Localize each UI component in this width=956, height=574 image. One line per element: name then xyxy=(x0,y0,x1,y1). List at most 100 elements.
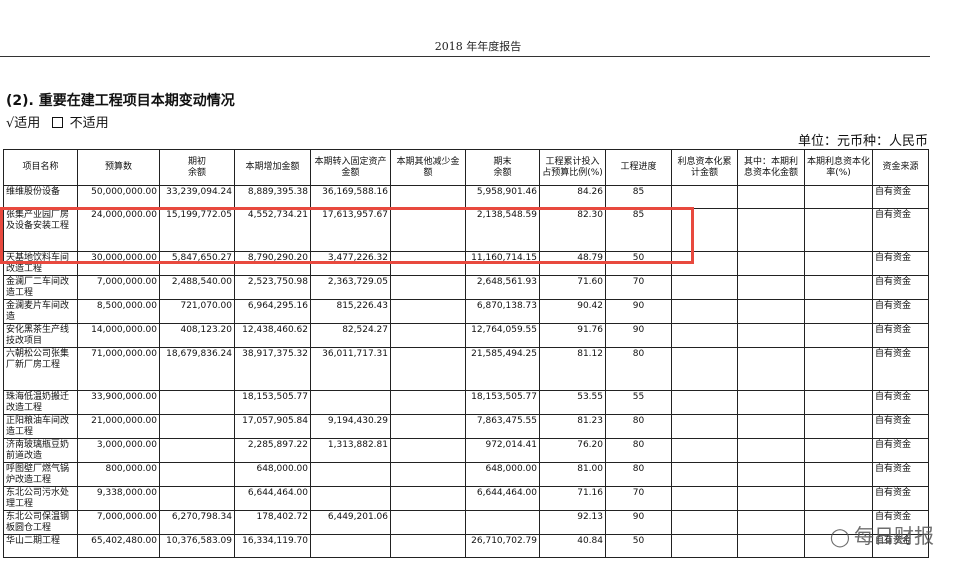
table-row: 天基地饮料车间改造工程 30,000,000.00 5,847,650.27 8,79… xyxy=(3,251,929,276)
cell-name: 金澜麦片车间改造 xyxy=(3,299,78,324)
cell-opening xyxy=(159,486,235,511)
construction-projects-table: 项目名称 预算数 期初 余额 本期增加金额 本期转入固定资产金额 本期其他减少金额 期末 余… xyxy=(3,149,929,558)
cell-source: 自有资金 xyxy=(872,208,929,252)
applicable-checked-label: √适用 xyxy=(6,116,41,131)
cell-source: 自有资金 xyxy=(872,323,929,348)
table-row: 珠海低温奶搬迁改造工程 33,900,000.00 18,153,505.77 18,… xyxy=(3,390,929,415)
cell-progress: 80 xyxy=(605,414,672,439)
cell-cap-total xyxy=(671,534,738,558)
column-header: 本期其他减少金额 xyxy=(390,149,466,186)
cell-cap-rate xyxy=(804,438,873,463)
header-rule xyxy=(0,56,930,57)
column-header: 工程进度 xyxy=(605,149,672,186)
cell-to-fixed: 6,449,201.06 xyxy=(310,510,391,535)
cell-source: 自有资金 xyxy=(872,462,929,487)
cell-other xyxy=(390,275,466,300)
cell-budget: 30,000,000.00 xyxy=(77,251,160,276)
cell-to-fixed: 815,226.43 xyxy=(310,299,391,324)
cell-cap-total xyxy=(671,275,738,300)
cell-progress: 50 xyxy=(605,251,672,276)
cell-name: 张集产业园厂房及设备安装工程 xyxy=(3,208,78,252)
cell-to-fixed xyxy=(310,462,391,487)
cell-budget: 33,900,000.00 xyxy=(77,390,160,415)
cell-ratio: 92.13 xyxy=(539,510,606,535)
cell-name: 济南玻璃瓶豆奶前道改造 xyxy=(3,438,78,463)
cell-other xyxy=(390,486,466,511)
cell-progress: 80 xyxy=(605,462,672,487)
cell-cap-total xyxy=(671,251,738,276)
cell-closing: 6,644,464.00 xyxy=(465,486,540,511)
cell-other xyxy=(390,347,466,391)
table-row: 安化黑茶生产线技改项目 14,000,000.00 408,123.20 12,438… xyxy=(3,323,929,348)
cell-source: 自有资金 xyxy=(872,299,929,324)
cell-closing: 21,585,494.25 xyxy=(465,347,540,391)
cell-ratio: 76.20 xyxy=(539,438,606,463)
table-row: 华山二期工程 65,402,480.00 10,376,583.09 16,334,1… xyxy=(3,534,929,558)
cell-cap-rate xyxy=(804,414,873,439)
column-header: 其中：本期利息资本化金额 xyxy=(737,149,805,186)
cell-cap-rate xyxy=(804,323,873,348)
cell-ratio: 81.23 xyxy=(539,414,606,439)
cell-name: 珠海低温奶搬迁改造工程 xyxy=(3,390,78,415)
cell-cap-period xyxy=(737,534,805,558)
cell-other xyxy=(390,510,466,535)
cell-cap-rate xyxy=(804,185,873,209)
section-title: (2). 重要在建工程项目本期变动情况 xyxy=(6,93,235,109)
cell-ratio: 82.30 xyxy=(539,208,606,252)
cell-to-fixed xyxy=(310,534,391,558)
cell-cap-period xyxy=(737,323,805,348)
cell-opening: 18,679,836.24 xyxy=(159,347,235,391)
cell-other xyxy=(390,185,466,209)
cell-to-fixed: 3,477,226.32 xyxy=(310,251,391,276)
cell-ratio: 71.60 xyxy=(539,275,606,300)
cell-source: 自有资金 xyxy=(872,185,929,209)
cell-opening: 408,123.20 xyxy=(159,323,235,348)
cell-name: 东北公司保温钢板圆仓工程 xyxy=(3,510,78,535)
cell-budget: 24,000,000.00 xyxy=(77,208,160,252)
cell-ratio: 81.00 xyxy=(539,462,606,487)
cell-source: 自有资金 xyxy=(872,251,929,276)
cell-source: 自有资金 xyxy=(872,275,929,300)
cell-cap-rate xyxy=(804,251,873,276)
cell-increase: 648,000.00 xyxy=(234,462,311,487)
cell-source: 自有资金 xyxy=(872,414,929,439)
cell-cap-rate xyxy=(804,275,873,300)
cell-to-fixed: 1,313,882.81 xyxy=(310,438,391,463)
cell-cap-rate xyxy=(804,486,873,511)
cell-other xyxy=(390,414,466,439)
cell-increase: 2,285,897.22 xyxy=(234,438,311,463)
cell-cap-rate xyxy=(804,347,873,391)
cell-closing: 2,648,561.93 xyxy=(465,275,540,300)
cell-closing: 26,710,702.79 xyxy=(465,534,540,558)
cell-progress: 50 xyxy=(605,534,672,558)
cell-budget: 65,402,480.00 xyxy=(77,534,160,558)
cell-source: 自有资金 xyxy=(872,390,929,415)
cell-closing: 972,014.41 xyxy=(465,438,540,463)
cell-ratio: 81.12 xyxy=(539,347,606,391)
cell-cap-period xyxy=(737,486,805,511)
cell-cap-total xyxy=(671,208,738,252)
cell-budget: 8,500,000.00 xyxy=(77,299,160,324)
column-header: 本期利息资本化率(%) xyxy=(804,149,873,186)
column-header: 利息资本化累计金额 xyxy=(671,149,738,186)
page-header-title: 2018 年年度报告 xyxy=(434,40,522,53)
cell-increase: 38,917,375.32 xyxy=(234,347,311,391)
cell-progress: 55 xyxy=(605,390,672,415)
cell-other xyxy=(390,438,466,463)
cell-other xyxy=(390,390,466,415)
column-header: 本期转入固定资产金额 xyxy=(310,149,391,186)
table-row: 金澜麦片车间改造 8,500,000.00 721,070.00 6,964,295.… xyxy=(3,299,929,324)
cell-other xyxy=(390,299,466,324)
cell-name: 金澜厂二车间改造工程 xyxy=(3,275,78,300)
table-row: 金澜厂二车间改造工程 7,000,000.00 2,488,540.00 2,523,… xyxy=(3,275,929,300)
checkbox-icon xyxy=(52,117,64,128)
cell-cap-period xyxy=(737,185,805,209)
cell-cap-period xyxy=(737,438,805,463)
cell-opening xyxy=(159,438,235,463)
column-header: 期末 余额 xyxy=(465,149,540,186)
table-row: 东北公司污水处理工程 9,338,000.00 6,644,464.00 6,644,… xyxy=(3,486,929,511)
cell-cap-period xyxy=(737,390,805,415)
cell-progress: 90 xyxy=(605,323,672,348)
column-header: 工程累计投入占预算比例(%) xyxy=(539,149,606,186)
cell-progress: 80 xyxy=(605,438,672,463)
